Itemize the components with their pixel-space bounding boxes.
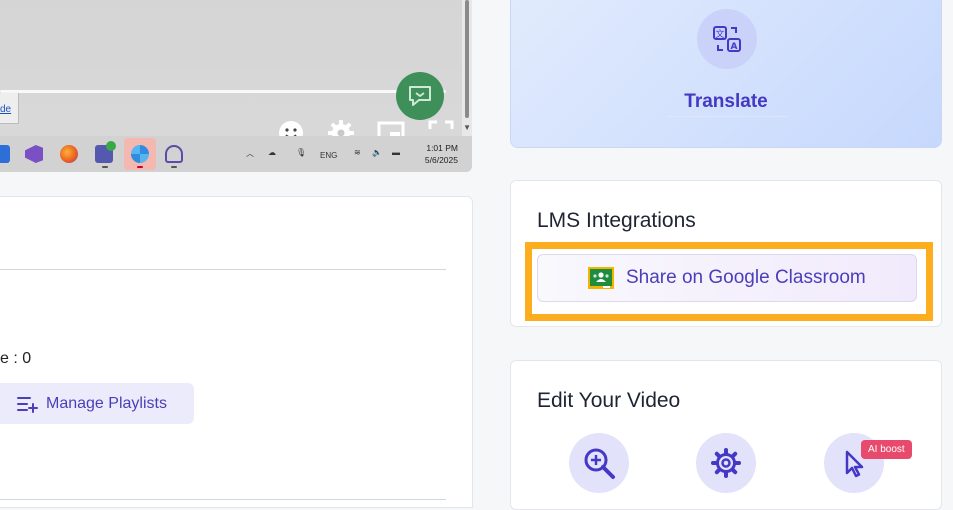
clock-time: 1:01 PM [426, 143, 458, 153]
taskbar-clock: 1:01 PM 5/6/2025 [425, 142, 458, 166]
translate-icon[interactable]: 文 A [697, 9, 757, 69]
microphone-icon: 🎙 [296, 148, 307, 157]
video-link-text: de [0, 104, 12, 115]
clock-date: 5/6/2025 [424, 155, 458, 165]
scroll-down-arrow-icon[interactable]: ▼ [463, 124, 471, 132]
wifi-icon: ≋ [354, 148, 361, 157]
taskbar: ︿ ☁ 🎙 ENG ≋ 🔈 ▬ 1:01 PM 5/6/2025 [0, 136, 472, 172]
video-details-card: e : 0 Manage Playlists [0, 196, 473, 508]
firefox-icon [60, 145, 78, 163]
app-icon [0, 145, 10, 163]
google-classroom-icon [588, 267, 614, 289]
status-check-icon [106, 141, 116, 151]
cloud-off-icon: ☁ [268, 148, 276, 157]
settings-tool-button[interactable] [696, 433, 756, 493]
svg-text:A: A [731, 42, 738, 52]
translate-card[interactable]: 文 A Translate [510, 0, 942, 148]
speaker-icon: 🔈 [372, 148, 382, 157]
language-indicator: ENG [320, 151, 338, 160]
chat-bubble-icon[interactable] [396, 72, 444, 120]
app-icon-outline [165, 145, 183, 163]
lms-integrations-card: LMS Integrations Share on Google Classro… [510, 180, 942, 327]
translate-underline [667, 116, 787, 117]
zoom-tool-button[interactable] [569, 433, 629, 493]
inner-scrollbar[interactable]: ▼ [462, 0, 472, 136]
taskbar-running-indicator [137, 166, 143, 168]
visual-studio-icon [25, 145, 43, 163]
edit-video-card: Edit Your Video AI boost [510, 360, 942, 510]
battery-icon: ▬ [392, 148, 400, 157]
manage-playlists-button[interactable]: Manage Playlists [0, 383, 194, 424]
app-icon-active [131, 145, 149, 163]
playlist-add-icon [17, 396, 38, 413]
gear-icon [711, 448, 741, 478]
ai-boost-badge: AI boost [861, 440, 912, 459]
divider [0, 269, 446, 270]
translate-label: Translate [684, 91, 768, 112]
svg-text:文: 文 [715, 28, 724, 40]
manage-playlists-label: Manage Playlists [46, 394, 167, 412]
video-progress-bar[interactable] [0, 90, 446, 93]
inner-scrollbar-thumb[interactable] [465, 0, 469, 118]
taskbar-running-indicator [102, 166, 108, 168]
chevron-up-icon: ︿ [246, 149, 254, 158]
count-text: e : 0 [0, 350, 32, 367]
share-google-classroom-button[interactable]: Share on Google Classroom [537, 254, 917, 302]
taskbar-running-indicator [171, 166, 177, 168]
zoom-icon [584, 448, 615, 479]
video-player[interactable]: ▼ de ︿ ☁ 🎙 ENG ≋ 🔈 ▬ 1:01 PM 5/6/2025 [0, 0, 472, 172]
lms-title: LMS Integrations [537, 209, 696, 232]
classroom-button-label: Share on Google Classroom [626, 267, 866, 288]
edit-title: Edit Your Video [537, 389, 681, 412]
